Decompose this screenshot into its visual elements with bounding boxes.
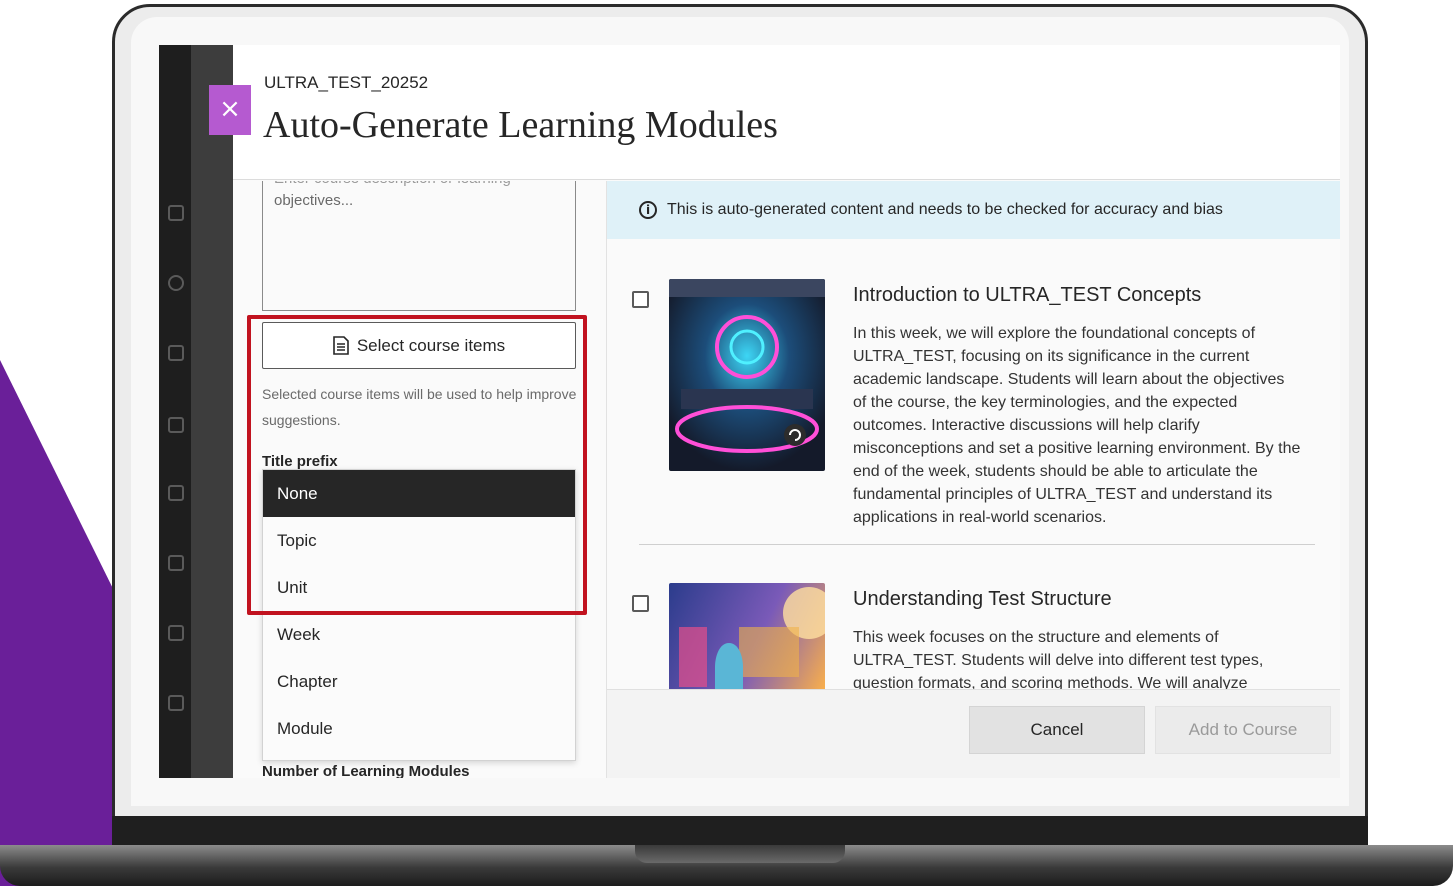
prefix-option-chapter[interactable]: Chapter <box>263 658 575 705</box>
grades-icon[interactable] <box>168 555 184 571</box>
module-description: In this week, we will explore the founda… <box>853 325 1301 526</box>
module-checkbox[interactable] <box>632 291 649 308</box>
lms-background <box>191 45 233 778</box>
course-id: ULTRA_TEST_20252 <box>264 73 429 92</box>
panel-footer: Cancel Add to Course <box>607 689 1340 778</box>
module-title: Introduction to ULTRA_TEST Concepts <box>853 284 1202 306</box>
close-icon: × <box>219 94 241 124</box>
description-textarea[interactable]: Enter course description or learning obj… <box>262 181 576 311</box>
search-icon[interactable] <box>168 205 184 221</box>
module-checkbox[interactable] <box>632 595 649 612</box>
module-title: Understanding Test Structure <box>853 588 1112 610</box>
mail-icon[interactable] <box>168 485 184 501</box>
sign-out-icon[interactable] <box>168 695 184 711</box>
laptop-bezel <box>112 816 1368 848</box>
description-placeholder: objectives... <box>274 192 354 209</box>
globe-icon[interactable] <box>168 275 184 291</box>
suggestions-column: i This is auto-generated content and nee… <box>606 181 1340 778</box>
prefix-option-module[interactable]: Module <box>263 705 575 752</box>
info-icon: i <box>639 201 657 219</box>
page-title: Auto-Generate Learning Modules <box>263 104 778 146</box>
description-placeholder-cut: Enter course description or learning <box>274 181 565 190</box>
screen: × ULTRA_TEST_20252 Auto-Generate Learnin… <box>159 45 1340 778</box>
highlight-annotation <box>247 315 587 615</box>
lms-sidebar <box>159 45 191 778</box>
ai-notice-text: This is auto-generated content and needs… <box>667 201 1223 218</box>
add-to-course-button[interactable]: Add to Course <box>1155 706 1331 754</box>
tools-icon[interactable] <box>168 625 184 641</box>
close-button[interactable]: × <box>209 85 251 135</box>
calendar-icon[interactable] <box>168 417 184 433</box>
ai-notice: i This is auto-generated content and nee… <box>607 181 1340 239</box>
laptop-notch <box>635 845 845 863</box>
auto-generate-panel: × ULTRA_TEST_20252 Auto-Generate Learnin… <box>209 45 1340 778</box>
panel-header: × ULTRA_TEST_20252 Auto-Generate Learnin… <box>209 45 1340 180</box>
module-thumbnail <box>669 279 825 471</box>
divider <box>639 544 1315 545</box>
courses-icon[interactable] <box>168 345 184 361</box>
cancel-button[interactable]: Cancel <box>969 706 1145 754</box>
modules-count-label: Number of Learning Modules <box>262 763 470 778</box>
prefix-option-week[interactable]: Week <box>263 611 575 658</box>
